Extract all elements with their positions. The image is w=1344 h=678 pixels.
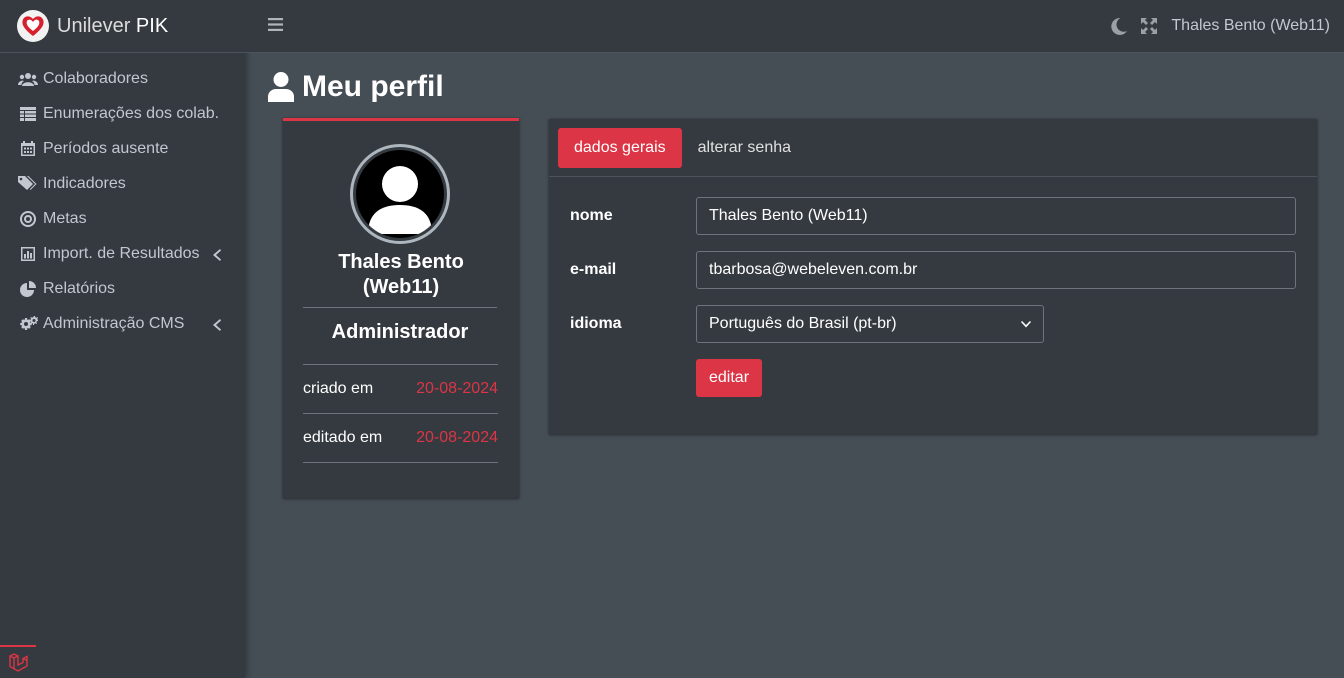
email-field[interactable] <box>696 251 1296 289</box>
language-selected-value: Português do Brasil (pt-br) <box>709 315 897 332</box>
moon-icon <box>1111 17 1128 35</box>
heart-logo-icon <box>17 10 49 42</box>
users-icon <box>18 71 38 87</box>
profile-role: Administrador <box>303 307 497 363</box>
name-label: nome <box>570 207 613 224</box>
language-row: idioma Português do Brasil (pt-br) <box>570 305 1044 343</box>
sidebar-item-label: Import. de Resultados <box>43 244 200 262</box>
gears-icon <box>18 315 38 332</box>
default-avatar-icon <box>368 166 432 234</box>
name-row: nome <box>570 197 1296 235</box>
user-menu[interactable]: Thales Bento (Web11) <box>1171 17 1330 35</box>
profile-card: Thales Bento (Web11) Administrador criad… <box>283 118 519 498</box>
created-label: criado em <box>303 380 374 397</box>
created-value: 20-08-2024 <box>416 380 498 397</box>
user-icon <box>268 72 294 102</box>
created-row: criado em 20-08-2024 <box>303 364 498 413</box>
laravel-debugbar-toggle[interactable] <box>0 645 36 678</box>
edited-row: editado em 20-08-2024 <box>303 413 498 462</box>
sidebar-item-metas[interactable]: Metas <box>0 201 245 236</box>
tab-dados-gerais[interactable]: dados gerais <box>558 127 682 168</box>
chevron-down-icon <box>1021 320 1031 327</box>
email-row: e-mail <box>570 251 1296 289</box>
sidebar-item-administracao-cms[interactable]: Administração CMS <box>0 306 245 341</box>
brand[interactable]: Unilever PIK <box>0 0 245 53</box>
sidebar-item-import-resultados[interactable]: Import. de Resultados <box>0 236 245 271</box>
tab-alterar-senha[interactable]: alterar senha <box>682 128 807 168</box>
sidebar: Unilever PIK Colaboradores Enumerações d… <box>0 0 245 678</box>
edit-button[interactable]: editar <box>696 359 763 397</box>
edited-value: 20-08-2024 <box>416 429 498 446</box>
language-label: idioma <box>570 315 622 332</box>
name-field[interactable] <box>696 197 1296 235</box>
bullseye-icon <box>18 210 38 227</box>
avatar <box>350 144 450 244</box>
sidebar-item-colaboradores[interactable]: Colaboradores <box>0 61 245 96</box>
dark-mode-toggle[interactable] <box>1111 17 1128 35</box>
topbar: Thales Bento (Web11) <box>245 0 1344 53</box>
topbar-right: Thales Bento (Web11) <box>1111 0 1330 52</box>
sidebar-item-label: Colaboradores <box>43 69 148 87</box>
calendar-icon <box>18 141 38 157</box>
email-label: e-mail <box>570 261 617 278</box>
sidebar-item-relatorios[interactable]: Relatórios <box>0 271 245 306</box>
page-title: Meu perfil <box>268 70 444 104</box>
divider <box>303 462 498 463</box>
language-select[interactable]: Português do Brasil (pt-br) <box>696 305 1044 343</box>
laravel-icon <box>9 652 28 672</box>
sidebar-item-label: Administração CMS <box>43 314 185 332</box>
expand-icon <box>1141 18 1158 34</box>
chevron-left-icon <box>213 248 221 266</box>
page-title-text: Meu perfil <box>302 70 444 103</box>
chart-pie-icon <box>18 280 38 297</box>
hamburger-icon <box>268 18 283 31</box>
sidebar-item-label: Períodos ausente <box>43 139 169 157</box>
sidebar-nav: Colaboradores Enumerações dos colab. Per… <box>0 61 245 341</box>
profile-name: Thales Bento (Web11) <box>338 251 464 298</box>
sidebar-item-enumeracoes[interactable]: Enumerações dos colab. <box>0 96 245 131</box>
brand-name: Unilever PIK <box>57 14 169 37</box>
sidebar-item-label: Enumerações dos colab. <box>43 104 220 122</box>
chart-bar-icon <box>18 246 38 262</box>
table-icon <box>18 106 38 122</box>
sidebar-item-label: Relatórios <box>43 279 116 297</box>
sidebar-item-label: Metas <box>43 209 87 227</box>
menu-toggle-button[interactable] <box>268 17 283 37</box>
edited-label: editado em <box>303 429 383 446</box>
chevron-left-icon <box>213 318 221 336</box>
sidebar-item-indicadores[interactable]: Indicadores <box>0 166 245 201</box>
sidebar-item-periodos[interactable]: Períodos ausente <box>0 131 245 166</box>
fullscreen-toggle[interactable] <box>1141 18 1158 34</box>
profile-form-card: dados gerais alterar senha nome e-mail i… <box>549 119 1317 434</box>
sidebar-item-label: Indicadores <box>43 174 126 192</box>
form-tabs: dados gerais alterar senha <box>549 119 1317 177</box>
tags-icon <box>18 176 38 192</box>
